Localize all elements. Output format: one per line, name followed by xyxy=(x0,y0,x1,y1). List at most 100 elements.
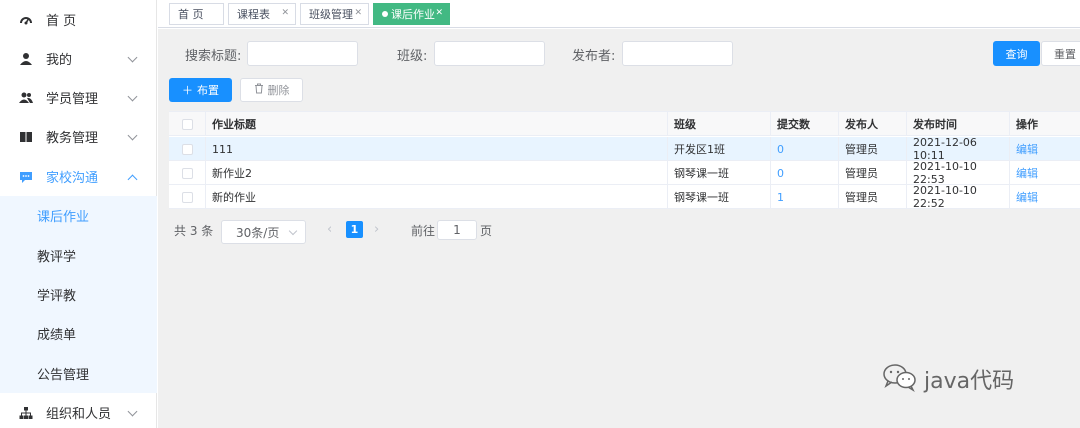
search-class-input[interactable] xyxy=(434,41,545,66)
table-row[interactable]: 新的作业 钢琴课一班 1 管理员 2021-10-10 22:52 编辑 xyxy=(169,184,1080,210)
watermark-text: java代码 xyxy=(924,368,1015,394)
chevron-down-icon xyxy=(127,130,138,141)
cell-class: 开发区1班 xyxy=(668,137,771,161)
cell-count-link[interactable]: 0 xyxy=(771,137,839,161)
page-suffix-label: 页 xyxy=(480,224,493,238)
query-button[interactable]: 查询 xyxy=(993,41,1040,66)
search-publisher-label: 发布者: xyxy=(572,49,616,64)
cell-time: 2021-10-10 22:53 xyxy=(907,160,1010,186)
select-all-cell xyxy=(169,112,206,136)
wechat-icon xyxy=(882,362,918,395)
goto-label: 前往 xyxy=(411,224,436,238)
submenu-item-student-eval[interactable]: 学评教 xyxy=(0,275,157,314)
cell-count-link[interactable]: 0 xyxy=(771,161,839,185)
sidebar-item-home[interactable]: 首 页 xyxy=(0,0,157,39)
table-header-row: 作业标题 班级 提交数 发布人 发布时间 操作 xyxy=(169,112,1080,136)
sidebar: 首 页 我的 学员管理 教务管理 家校沟通 课后作业 教评学 学评教 成绩单 公… xyxy=(0,0,157,428)
submenu-item-teacher-eval[interactable]: 教评学 xyxy=(0,236,157,275)
cell-publisher: 管理员 xyxy=(839,137,907,161)
cell-class: 钢琴课一班 xyxy=(668,161,771,185)
submenu: 课后作业 教评学 学评教 成绩单 公告管理 xyxy=(0,196,157,393)
edit-link[interactable]: 编辑 xyxy=(1010,137,1080,161)
row-select-cell xyxy=(169,137,206,161)
close-icon[interactable]: ✕ xyxy=(435,8,443,18)
tab-class-management[interactable]: 班级管理 ✕ xyxy=(300,3,369,25)
sidebar-item-students[interactable]: 学员管理 xyxy=(0,78,157,117)
tab-home[interactable]: 首 页 xyxy=(169,3,224,25)
page-number-current[interactable]: 1 xyxy=(346,221,363,238)
close-icon[interactable]: ✕ xyxy=(281,8,289,18)
user-icon xyxy=(19,52,33,66)
tab-homework[interactable]: 课后作业 ✕ xyxy=(373,3,450,25)
page-size-select[interactable]: 30条/页 xyxy=(221,220,306,244)
active-dot-icon xyxy=(382,11,388,17)
column-header-title[interactable]: 作业标题 xyxy=(206,112,668,136)
search-class-label: 班级: xyxy=(397,49,428,64)
search-publisher-input[interactable] xyxy=(622,41,733,66)
edit-link[interactable]: 编辑 xyxy=(1010,161,1080,185)
tabs-bar: 首 页 课程表 ✕ 班级管理 ✕ 课后作业 ✕ xyxy=(158,0,1080,28)
chat-icon xyxy=(19,170,33,184)
row-checkbox[interactable] xyxy=(181,191,193,203)
page-size-value: 30条/页 xyxy=(236,225,280,240)
column-header-publisher[interactable]: 发布人 xyxy=(839,112,907,136)
tab-label: 课后作业 xyxy=(391,8,435,21)
submenu-item-announcements[interactable]: 公告管理 xyxy=(0,354,157,393)
chevron-down-icon xyxy=(127,91,138,102)
cell-title: 111 xyxy=(206,137,668,161)
chevron-down-icon xyxy=(288,226,298,236)
column-header-count[interactable]: 提交数 xyxy=(771,112,839,136)
sidebar-item-label: 教务管理 xyxy=(46,131,99,146)
submenu-item-homework[interactable]: 课后作业 xyxy=(0,196,157,235)
sidebar-item-label: 我的 xyxy=(46,53,73,68)
tab-label: 首 页 xyxy=(178,8,204,21)
submenu-item-report-card[interactable]: 成绩单 xyxy=(0,314,157,353)
org-chart-icon xyxy=(19,406,33,420)
reset-button[interactable]: 重置 xyxy=(1041,41,1080,66)
watermark: java代码 xyxy=(882,362,1014,395)
book-icon xyxy=(19,130,33,144)
cell-publisher: 管理员 xyxy=(839,161,907,185)
goto-page-input[interactable]: 1 xyxy=(437,220,477,240)
select-all-checkbox[interactable] xyxy=(181,118,193,130)
search-title-label: 搜索标题: xyxy=(185,49,242,64)
delete-button[interactable]: 删除 xyxy=(240,78,303,102)
sidebar-item-home-school[interactable]: 家校沟通 xyxy=(0,157,157,196)
column-header-class[interactable]: 班级 xyxy=(668,112,771,136)
column-header-action: 操作 xyxy=(1016,118,1038,131)
chevron-up-icon xyxy=(127,174,138,185)
sidebar-item-academic[interactable]: 教务管理 xyxy=(0,117,157,156)
cell-time: 2021-12-06 10:11 xyxy=(907,136,1010,162)
tab-schedule[interactable]: 课程表 ✕ xyxy=(228,3,296,25)
row-select-cell xyxy=(169,161,206,185)
add-button-label: 布置 xyxy=(197,84,219,97)
trash-icon xyxy=(254,83,264,97)
cell-title: 新作业2 xyxy=(206,161,668,185)
edit-link[interactable]: 编辑 xyxy=(1010,185,1080,209)
tab-label: 班级管理 xyxy=(309,8,353,21)
sidebar-item-mine[interactable]: 我的 xyxy=(0,39,157,78)
cell-class: 钢琴课一班 xyxy=(668,185,771,209)
chevron-down-icon xyxy=(127,406,138,417)
cell-count-link[interactable]: 1 xyxy=(771,185,839,209)
cell-time: 2021-10-10 22:52 xyxy=(907,184,1010,210)
sidebar-item-org[interactable]: 组织和人员 xyxy=(0,393,157,428)
pagination-total: 共 3 条 xyxy=(174,224,214,238)
close-icon[interactable]: ✕ xyxy=(354,8,362,18)
next-page-icon[interactable]: › xyxy=(374,222,379,237)
table-row[interactable]: 111 开发区1班 0 管理员 2021-12-06 10:11 编辑 xyxy=(169,136,1080,162)
add-homework-button[interactable]: ＋ 布置 xyxy=(169,78,232,102)
table-row[interactable]: 新作业2 钢琴课一班 0 管理员 2021-10-10 22:53 编辑 xyxy=(169,160,1080,186)
search-title-input[interactable] xyxy=(247,41,358,66)
sidebar-item-label: 家校沟通 xyxy=(46,171,99,186)
homework-table: 作业标题 班级 提交数 发布人 发布时间 操作 111 开发区1班 0 管理员 … xyxy=(169,111,1080,210)
users-icon xyxy=(19,91,33,105)
row-checkbox[interactable] xyxy=(181,167,193,179)
prev-page-icon[interactable]: ‹ xyxy=(327,222,332,237)
sidebar-item-label: 学员管理 xyxy=(46,92,99,107)
column-header-time[interactable]: 发布时间 xyxy=(907,112,1010,136)
plus-icon: ＋ xyxy=(182,84,193,97)
row-select-cell xyxy=(169,185,206,209)
sidebar-item-label: 首 页 xyxy=(46,14,77,29)
row-checkbox[interactable] xyxy=(181,143,193,155)
